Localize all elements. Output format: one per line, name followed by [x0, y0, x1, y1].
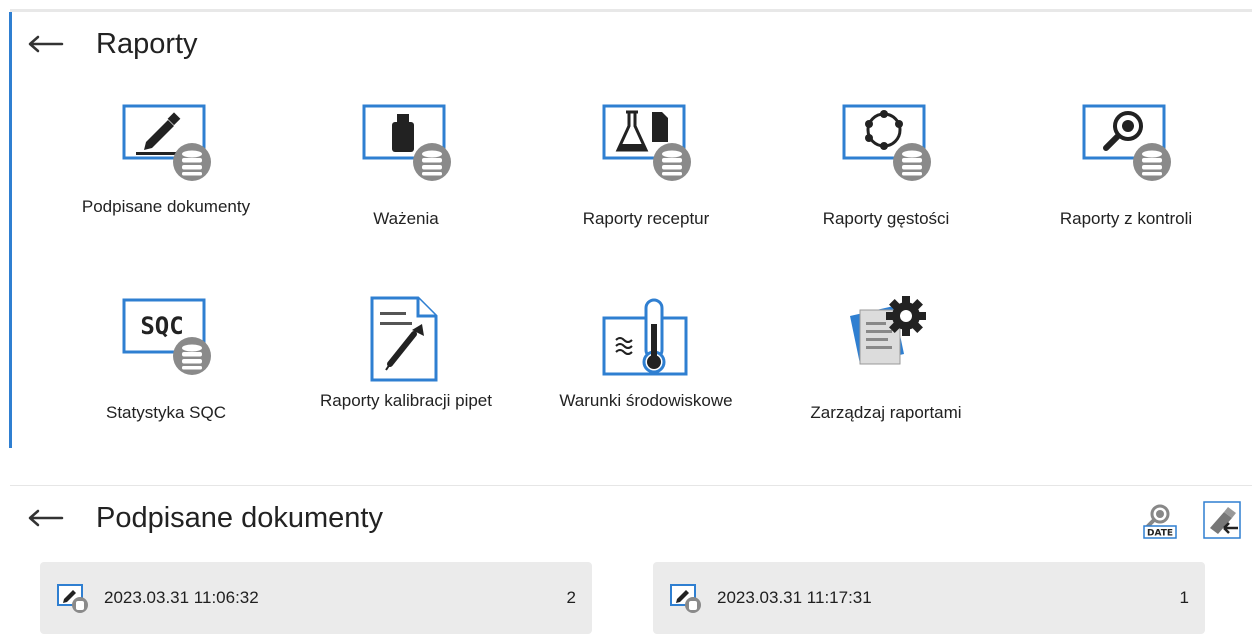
tile-manage-reports[interactable]: Zarządzaj raportami: [776, 294, 996, 464]
flask-database-icon: [602, 104, 691, 181]
tile-label: Zarządzaj raportami: [810, 403, 962, 422]
tile-control-reports[interactable]: Raporty z kontroli: [1016, 100, 1236, 270]
weight-database-icon: [362, 104, 451, 181]
top-divider: [10, 9, 1252, 12]
tile-label: Warunki środowiskowe: [559, 391, 733, 410]
tile-signed-documents[interactable]: Podpisane dokumenty: [56, 100, 276, 270]
tile-label: Raporty gęstości: [822, 209, 950, 228]
signed-docs-header: Podpisane dokumenty: [10, 498, 383, 538]
record-count: 1: [1179, 588, 1189, 607]
tile-recipe-reports[interactable]: Raporty receptur: [536, 100, 756, 270]
tile-weighings[interactable]: Ważenia: [296, 100, 516, 270]
report-gear-icon: [850, 296, 926, 365]
density-database-icon: [842, 104, 931, 181]
svg-text:SQC: SQC: [140, 312, 183, 340]
tile-density-reports[interactable]: Raporty gęstości: [776, 100, 996, 270]
magnifier-database-icon: [1082, 104, 1171, 181]
section-title: Podpisane dokumenty: [96, 501, 383, 534]
record-item[interactable]: 2023.03.31 11:06:32 2: [40, 562, 592, 634]
tile-label: Raporty kalibracji pipet: [320, 391, 492, 410]
record-date: 2023.03.31 11:06:32: [104, 588, 259, 607]
tile-label: Raporty z kontroli: [1059, 209, 1193, 228]
page-title: Raporty: [96, 27, 198, 60]
record-item[interactable]: 2023.03.31 11:17:31 1: [653, 562, 1205, 634]
back-arrow-icon[interactable]: [26, 32, 66, 56]
tile-sqc-statistics[interactable]: SQC Statystyka SQC: [56, 294, 276, 464]
date-filter-icon[interactable]: DATE: [1140, 500, 1180, 540]
reports-header: Raporty: [10, 24, 198, 64]
signed-document-icon: [670, 584, 701, 613]
tile-label: Raporty receptur: [582, 209, 710, 228]
tile-label: Statystyka SQC: [106, 403, 226, 422]
thermometer-icon: [602, 298, 688, 376]
usb-export-icon[interactable]: [1202, 500, 1242, 540]
signed-document-icon: [57, 584, 88, 613]
svg-text:DATE: DATE: [1147, 529, 1173, 539]
sqc-database-icon: SQC: [122, 298, 211, 375]
tile-label: Ważenia: [373, 209, 439, 228]
tile-label: Podpisane dokumenty: [81, 197, 251, 216]
pipette-report-icon: [370, 296, 438, 382]
tile-pipette-calibration[interactable]: Raporty kalibracji pipet: [296, 294, 516, 464]
tile-environmental-conditions[interactable]: Warunki środowiskowe: [536, 294, 756, 464]
record-date: 2023.03.31 11:17:31: [717, 588, 872, 607]
panel-accent-bar: [9, 12, 12, 448]
back-arrow-icon[interactable]: [26, 506, 66, 530]
panel-divider: [10, 485, 1252, 486]
signature-database-icon: [122, 104, 211, 181]
record-count: 2: [566, 588, 576, 607]
